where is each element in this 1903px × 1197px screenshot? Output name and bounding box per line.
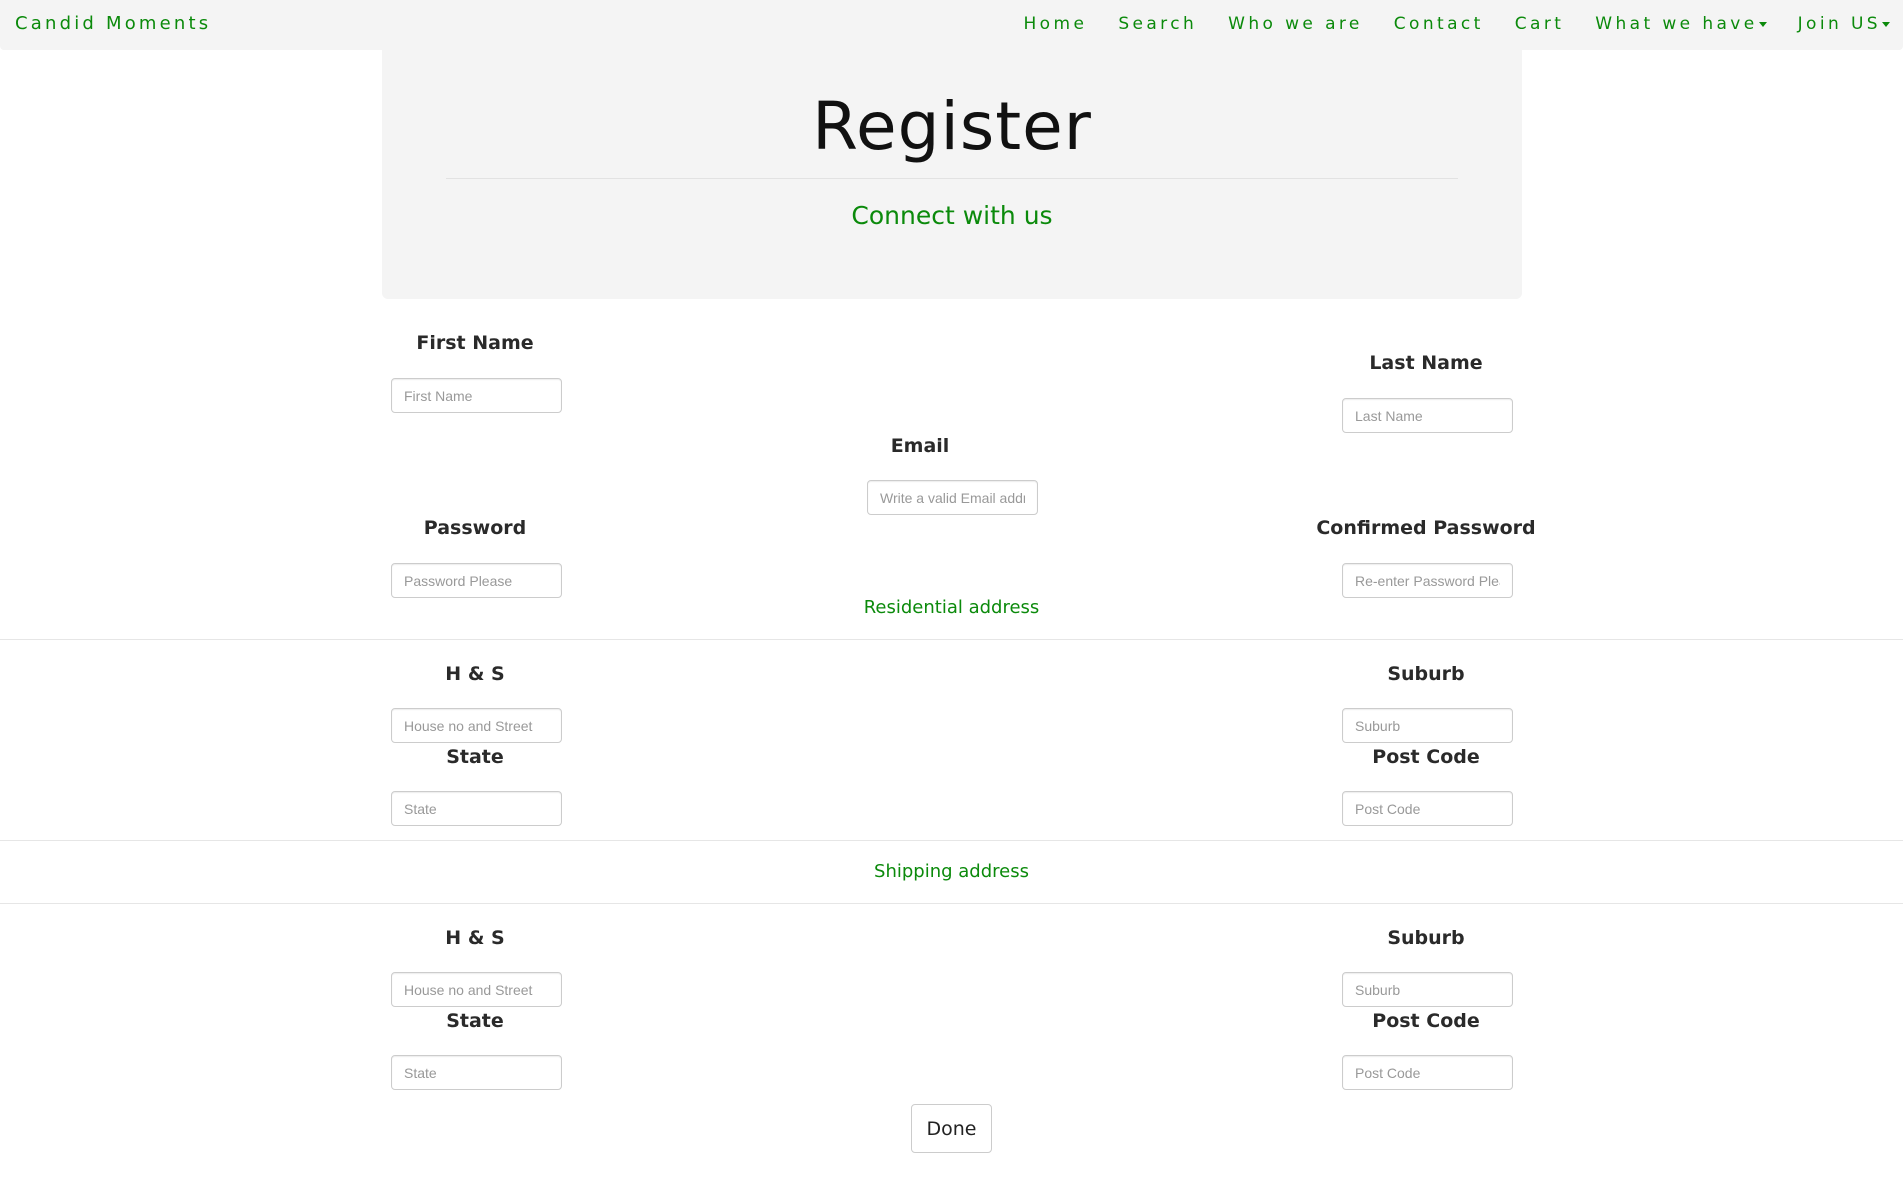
nav-search[interactable]: Search bbox=[1118, 14, 1197, 34]
nav-cart[interactable]: Cart bbox=[1515, 14, 1565, 34]
nav-what-we-have-dropdown[interactable]: What we have bbox=[1595, 14, 1767, 34]
brand-link[interactable]: Candid Moments bbox=[15, 13, 211, 34]
shipping-hs-label: H & S bbox=[445, 927, 505, 949]
nav-what-we-have-label: What we have bbox=[1595, 14, 1758, 34]
residential-address-heading: Residential address bbox=[863, 597, 1040, 618]
email-label: Email bbox=[890, 435, 950, 457]
residential-postcode-label: Post Code bbox=[1372, 746, 1480, 768]
shipping-postcode-field[interactable] bbox=[1342, 1055, 1513, 1090]
nav-contact[interactable]: Contact bbox=[1394, 14, 1484, 34]
nav-who-we-are[interactable]: Who we are bbox=[1228, 14, 1363, 34]
residential-suburb-label: Suburb bbox=[1387, 663, 1465, 685]
residential-state-field[interactable] bbox=[391, 791, 562, 826]
shipping-hs-field[interactable] bbox=[391, 972, 562, 1007]
last-name-label: Last Name bbox=[1369, 352, 1483, 374]
navbar: Candid Moments Home Search Who we are Co… bbox=[0, 0, 1903, 50]
password-field[interactable] bbox=[391, 563, 562, 598]
nav-home[interactable]: Home bbox=[1024, 14, 1088, 34]
shipping-suburb-label: Suburb bbox=[1387, 927, 1465, 949]
shipping-address-heading: Shipping address bbox=[874, 861, 1029, 882]
nav-join-us-dropdown[interactable]: Join US bbox=[1798, 14, 1890, 34]
nav-links: Home Search Who we are Contact Cart What… bbox=[1024, 14, 1890, 34]
caret-down-icon bbox=[1882, 21, 1890, 27]
page-subtitle: Connect with us bbox=[851, 201, 1053, 230]
shipping-suburb-field[interactable] bbox=[1342, 972, 1513, 1007]
done-button[interactable]: Done bbox=[911, 1104, 992, 1153]
shipping-state-field[interactable] bbox=[391, 1055, 562, 1090]
header-divider bbox=[446, 178, 1458, 179]
password-label: Password bbox=[423, 517, 527, 539]
residential-hs-field[interactable] bbox=[391, 708, 562, 743]
last-name-field[interactable] bbox=[1342, 398, 1513, 433]
shipping-postcode-label: Post Code bbox=[1372, 1010, 1480, 1032]
section-divider bbox=[0, 840, 1903, 841]
first-name-label: First Name bbox=[416, 332, 534, 354]
header-jumbotron: Register Connect with us bbox=[382, 50, 1522, 299]
caret-down-icon bbox=[1758, 21, 1767, 27]
residential-suburb-field[interactable] bbox=[1342, 708, 1513, 743]
residential-hs-label: H & S bbox=[445, 663, 505, 685]
shipping-state-label: State bbox=[446, 1010, 504, 1032]
confirm-password-label: Confirmed Password bbox=[1316, 517, 1536, 539]
section-divider bbox=[0, 639, 1903, 640]
first-name-field[interactable] bbox=[391, 378, 562, 413]
residential-postcode-field[interactable] bbox=[1342, 791, 1513, 826]
nav-join-us-label: Join US bbox=[1797, 14, 1881, 34]
section-divider bbox=[0, 903, 1903, 904]
email-field[interactable] bbox=[867, 480, 1038, 515]
page-title: Register bbox=[812, 88, 1092, 165]
confirm-password-field[interactable] bbox=[1342, 563, 1513, 598]
residential-state-label: State bbox=[446, 746, 504, 768]
